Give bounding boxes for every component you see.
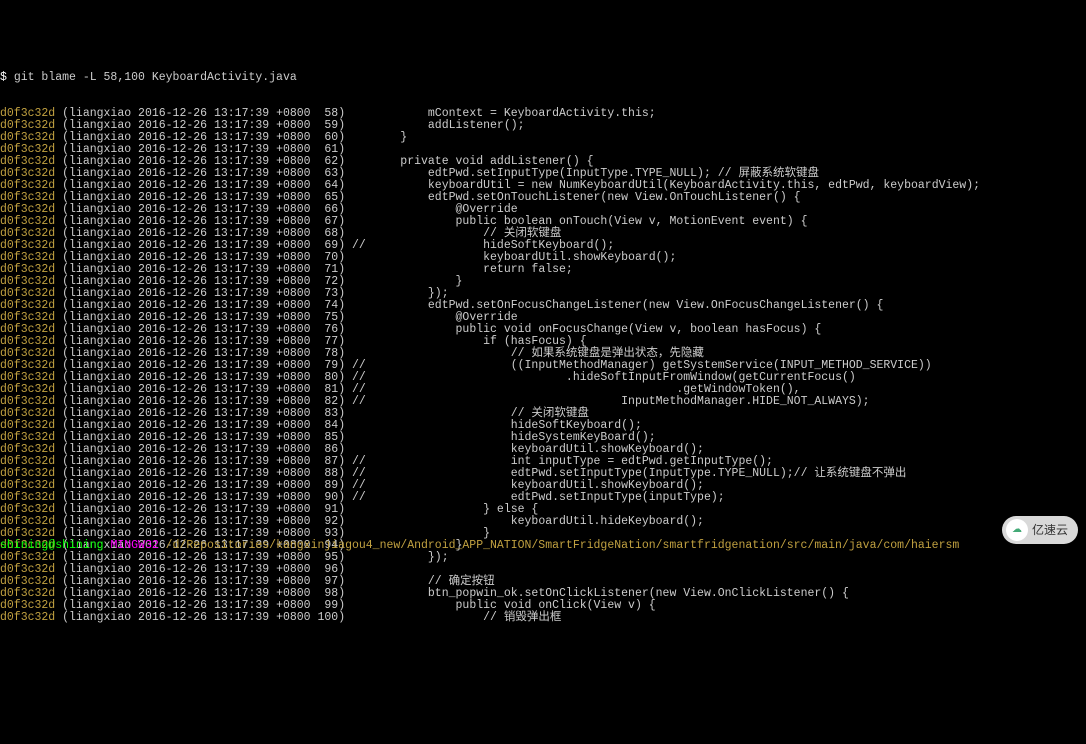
command-line: $ git blame -L 58,100 KeyboardActivity.j… [0, 72, 1086, 84]
commit-author: (liangxiao [62, 576, 131, 588]
commit-hash: d0f3c32d [0, 552, 55, 564]
blame-row: d0f3c32d (liangxiao 2016-12-26 13:17:39 … [0, 588, 1086, 600]
commit-author: (liangxiao [62, 600, 131, 612]
commit-author: (liangxiao [62, 612, 131, 624]
commit-hash: d0f3c32d [0, 612, 55, 624]
prompt-host: shining [55, 540, 103, 552]
code-content: // 销毁弹出框 [345, 612, 561, 624]
commit-hash: d0f3c32d [0, 600, 55, 612]
line-number: 96) [317, 564, 345, 576]
commit-date: 2016-12-26 13:17:39 +0800 [138, 600, 311, 612]
line-number: 99) [317, 600, 345, 612]
commit-author: (liangxiao [62, 552, 131, 564]
code-content: } [345, 132, 407, 144]
commit-hash: d0f3c32d [0, 588, 55, 600]
commit-author: (liangxiao [62, 588, 131, 600]
code-content: btn_popwin_ok.setOnClickListener(new Vie… [345, 588, 849, 600]
commit-date: 2016-12-26 13:17:39 +0800 [138, 564, 311, 576]
cloud-icon: ☁ [1006, 519, 1028, 541]
code-content: public void onClick(View v) { [345, 600, 656, 612]
blame-row: d0f3c32d (liangxiao 2016-12-26 13:17:39 … [0, 612, 1086, 624]
line-number: 98) [317, 588, 345, 600]
git-command: git blame -L 58,100 KeyboardActivity.jav… [14, 72, 297, 84]
commit-author: (liangxiao [62, 564, 131, 576]
line-number: 97) [317, 576, 345, 588]
commit-date: 2016-12-26 13:17:39 +0800 [138, 552, 311, 564]
commit-hash: d0f3c32d [0, 564, 55, 576]
line-number: 95) [317, 552, 345, 564]
prompt-mingw: MINGW32 [110, 540, 158, 552]
shell-prompt[interactable]: shining@shining MINGW32 /d/Repositories/… [0, 540, 959, 552]
line-number: 100) [317, 612, 345, 624]
prompt-dollar: $ [0, 72, 7, 84]
watermark-badge: ☁ 亿速云 [1002, 516, 1078, 544]
commit-date: 2016-12-26 13:17:39 +0800 [138, 576, 311, 588]
blame-row: d0f3c32d (liangxiao 2016-12-26 13:17:39 … [0, 564, 1086, 576]
blame-row: d0f3c32d (liangxiao 2016-12-26 13:17:39 … [0, 576, 1086, 588]
blame-row: d0f3c32d (liangxiao 2016-12-26 13:17:39 … [0, 552, 1086, 564]
watermark-text: 亿速云 [1032, 524, 1068, 536]
code-content: }); [345, 552, 449, 564]
prompt-user: shining [0, 540, 48, 552]
prompt-at: @ [48, 540, 55, 552]
commit-date: 2016-12-26 13:17:39 +0800 [138, 588, 311, 600]
commit-date: 2016-12-26 13:17:39 +0800 [138, 612, 311, 624]
code-content: // 确定按钮 [345, 576, 495, 588]
prompt-path: /d/Repositories/kangxinjiagou4_new/Andro… [159, 540, 960, 552]
blame-row: d0f3c32d (liangxiao 2016-12-26 13:17:39 … [0, 600, 1086, 612]
commit-hash: d0f3c32d [0, 576, 55, 588]
